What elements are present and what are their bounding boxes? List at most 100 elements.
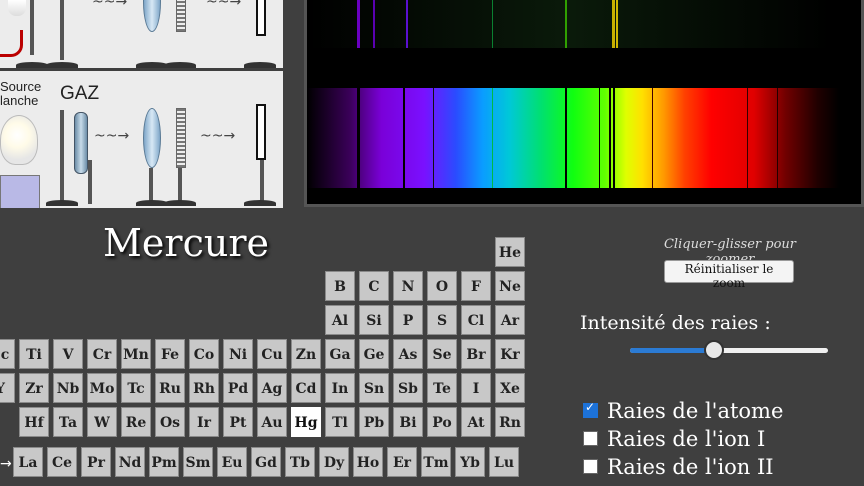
element-cell-mn[interactable]: Mn — [121, 339, 151, 369]
light-wave-icon: ~~→ — [200, 128, 236, 144]
element-cell-pm[interactable]: Pm — [149, 447, 179, 477]
element-cell-o[interactable]: O — [427, 271, 457, 301]
stand-rod — [178, 168, 182, 204]
element-cell-tc[interactable]: Tc — [121, 373, 151, 403]
element-cell-la[interactable]: La — [13, 447, 43, 477]
screen-icon — [256, 0, 266, 36]
element-cell-br[interactable]: Br — [461, 339, 491, 369]
atom-lines-checkbox-row[interactable]: Raies de l'atome — [583, 399, 783, 423]
absorption-line — [433, 88, 434, 188]
element-cell-ne[interactable]: Ne — [495, 271, 525, 301]
intensity-slider[interactable] — [630, 340, 828, 360]
reset-zoom-button[interactable]: Réinitialiser le zoom — [664, 260, 794, 290]
element-cell-ce[interactable]: Ce — [47, 447, 77, 477]
element-cell-sm[interactable]: Sm — [183, 447, 213, 477]
element-cell-cd[interactable]: Cd — [291, 373, 321, 403]
ion2-lines-checkbox[interactable] — [583, 459, 598, 474]
element-cell-w[interactable]: W — [87, 407, 117, 437]
element-cell-pr[interactable]: Pr — [81, 447, 111, 477]
element-cell-c[interactable]: C — [359, 271, 389, 301]
element-cell-rh[interactable]: Rh — [189, 373, 219, 403]
element-cell-hg[interactable]: Hg — [291, 407, 321, 437]
slider-handle[interactable] — [704, 340, 725, 360]
element-cell-se[interactable]: Se — [427, 339, 457, 369]
element-cell-f[interactable]: F — [461, 271, 491, 301]
element-cell-ar[interactable]: Ar — [495, 305, 525, 335]
emission-line — [492, 0, 493, 48]
element-cell-v[interactable]: V — [53, 339, 83, 369]
element-cell-hf[interactable]: Hf — [19, 407, 49, 437]
absorption-line — [403, 88, 405, 188]
element-cell-zr[interactable]: Zr — [19, 373, 49, 403]
element-cell-in[interactable]: In — [325, 373, 355, 403]
element-cell-ho[interactable]: Ho — [353, 447, 383, 477]
spectrum-canvas[interactable] — [307, 0, 861, 207]
element-cell-pt[interactable]: Pt — [223, 407, 253, 437]
element-cell-eu[interactable]: Eu — [217, 447, 247, 477]
element-cell-al[interactable]: Al — [325, 305, 355, 335]
element-cell-dy[interactable]: Dy — [319, 447, 349, 477]
absorption-line — [747, 88, 748, 188]
element-cell-nb[interactable]: Nb — [53, 373, 83, 403]
element-cell-zn[interactable]: Zn — [291, 339, 321, 369]
element-cell-lu[interactable]: Lu — [489, 447, 519, 477]
element-cell-er[interactable]: Er — [387, 447, 417, 477]
element-cell-co[interactable]: Co — [189, 339, 219, 369]
element-cell-tl[interactable]: Tl — [325, 407, 355, 437]
element-cell-ag[interactable]: Ag — [257, 373, 287, 403]
spectrum-display[interactable] — [304, 0, 864, 207]
element-cell-mo[interactable]: Mo — [87, 373, 117, 403]
element-cell-sc[interactable]: Sc — [0, 339, 15, 369]
element-cell-ru[interactable]: Ru — [155, 373, 185, 403]
emission-line — [357, 0, 360, 48]
element-cell-te[interactable]: Te — [427, 373, 457, 403]
atom-lines-checkbox[interactable] — [583, 400, 598, 418]
element-cell-he[interactable]: He — [495, 237, 525, 267]
ion2-lines-checkbox-row[interactable]: Raies de l'ion II — [583, 455, 774, 479]
element-cell-po[interactable]: Po — [427, 407, 457, 437]
element-cell-s[interactable]: S — [427, 305, 457, 335]
element-cell-pb[interactable]: Pb — [359, 407, 389, 437]
absorption-line — [599, 88, 600, 188]
element-cell-cl[interactable]: Cl — [461, 305, 491, 335]
optical-bench-illustration: ~~→ ~~→ Source lanche GAZ ~~→ ~~→ — [0, 0, 283, 210]
element-cell-gd[interactable]: Gd — [251, 447, 281, 477]
element-cell-rn[interactable]: Rn — [495, 407, 525, 437]
slider-fill — [630, 348, 714, 353]
element-cell-ta[interactable]: Ta — [53, 407, 83, 437]
element-cell-p[interactable]: P — [393, 305, 423, 335]
element-cell-bi[interactable]: Bi — [393, 407, 423, 437]
element-cell-kr[interactable]: Kr — [495, 339, 525, 369]
element-cell-tm[interactable]: Tm — [421, 447, 451, 477]
arrow-right-icon: → — [0, 456, 12, 472]
absorption-spectrum — [307, 88, 839, 188]
element-cell-sn[interactable]: Sn — [359, 373, 389, 403]
element-cell-at[interactable]: At — [461, 407, 491, 437]
element-cell-os[interactable]: Os — [155, 407, 185, 437]
element-cell-yb[interactable]: Yb — [455, 447, 485, 477]
element-cell-si[interactable]: Si — [359, 305, 389, 335]
element-cell-ni[interactable]: Ni — [223, 339, 253, 369]
element-cell-xe[interactable]: Xe — [495, 373, 525, 403]
light-wave-icon: ~~→ — [94, 128, 130, 144]
element-cell-ga[interactable]: Ga — [325, 339, 355, 369]
ion1-lines-checkbox-row[interactable]: Raies de l'ion I — [583, 427, 765, 451]
element-cell-ge[interactable]: Ge — [359, 339, 389, 369]
element-cell-b[interactable]: B — [325, 271, 355, 301]
element-cell-fe[interactable]: Fe — [155, 339, 185, 369]
element-cell-nd[interactable]: Nd — [115, 447, 145, 477]
element-cell-ti[interactable]: Ti — [19, 339, 49, 369]
element-cell-re[interactable]: Re — [121, 407, 151, 437]
element-cell-y[interactable]: Y — [0, 373, 15, 403]
element-cell-cr[interactable]: Cr — [87, 339, 117, 369]
element-cell-ir[interactable]: Ir — [189, 407, 219, 437]
element-cell-pd[interactable]: Pd — [223, 373, 253, 403]
element-cell-as[interactable]: As — [393, 339, 423, 369]
ion1-lines-checkbox[interactable] — [583, 431, 598, 446]
element-cell-au[interactable]: Au — [257, 407, 287, 437]
element-cell-i[interactable]: I — [461, 373, 491, 403]
element-cell-sb[interactable]: Sb — [393, 373, 423, 403]
element-cell-cu[interactable]: Cu — [257, 339, 287, 369]
element-cell-tb[interactable]: Tb — [285, 447, 315, 477]
element-cell-n[interactable]: N — [393, 271, 423, 301]
